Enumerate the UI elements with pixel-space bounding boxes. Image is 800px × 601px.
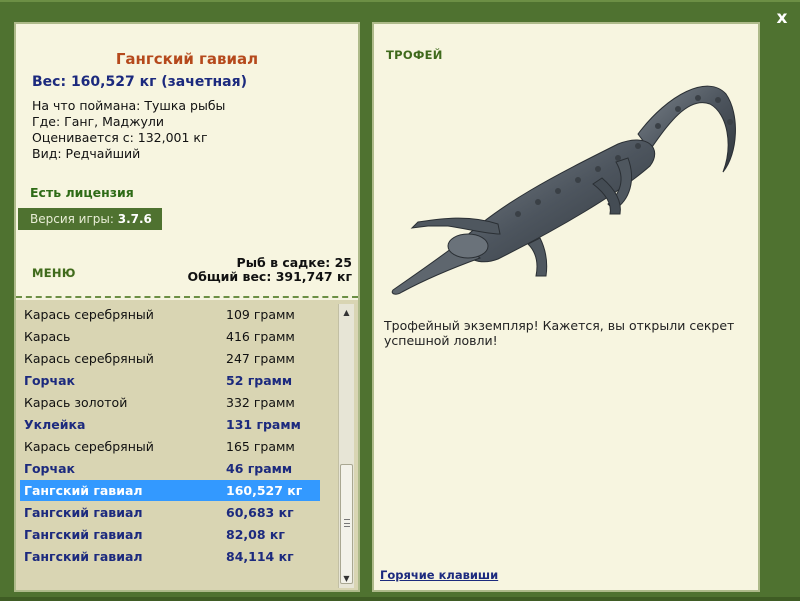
catch-fish-weight: 416 грамм [226, 329, 295, 344]
catch-fish-weight: 46 грамм [226, 461, 293, 476]
scroll-down-icon[interactable]: ▼ [339, 572, 354, 586]
catch-fish-name: Гангский гавиал [24, 549, 143, 564]
catch-list-item[interactable]: Гангский гавиал 84,114 кг [20, 546, 320, 567]
catch-fish-name: Гангский гавиал [24, 527, 143, 542]
catch-fish-name: Карась серебряный [24, 307, 154, 322]
bait-info: На что поймана: Тушка рыбы [32, 98, 226, 113]
catch-list: Карась серебряный 109 грамм Карась 416 грам… [16, 300, 358, 590]
license-status: Есть лицензия [30, 185, 134, 200]
catch-fish-weight: 131 грамм [226, 417, 301, 432]
catch-fish-name: Гангский гавиал [24, 505, 143, 520]
fish-weight: Вес: 160,527 кг (зачетная) [32, 74, 247, 90]
catch-list-scrollbar[interactable]: ▲ ▼ [338, 304, 354, 588]
valuation-info: Оценивается с: 132,001 кг [32, 130, 208, 145]
catch-list-item[interactable]: Карась серебряный 109 грамм [20, 304, 320, 325]
catch-list-item[interactable]: Карась серебряный 165 грамм [20, 436, 320, 457]
catch-fish-weight: 160,527 кг [226, 483, 303, 498]
catch-fish-name: Горчак [24, 461, 76, 476]
gharial-image [391, 85, 736, 295]
catch-fish-name: Карась серебряный [24, 351, 154, 366]
trophy-panel: ТРОФЕЙ Трофейный экземпляр! Кажется, вы … [372, 22, 760, 592]
version-value: 3.7.6 [117, 212, 152, 226]
cage-stats: Рыб в садке: 25 Общий вес: 391,747 кг [188, 256, 353, 284]
catch-fish-weight: 82,08 кг [226, 527, 285, 542]
hotkeys-link[interactable]: Горячие клавиши [380, 568, 498, 582]
catch-fish-weight: 332 грамм [226, 395, 295, 410]
menu-button[interactable]: МЕНЮ [32, 266, 76, 280]
close-icon: x [776, 8, 788, 28]
catch-fish-name: Горчак [24, 373, 76, 388]
catch-list-item[interactable]: Гангский гавиал 160,527 кг [20, 480, 320, 501]
fish-title: Гангский гавиал [115, 50, 259, 68]
catch-list-item[interactable]: Карась золотой 332 грамм [20, 392, 320, 413]
catch-fish-weight: 84,114 кг [226, 549, 294, 564]
catch-list-item[interactable]: Горчак 46 грамм [20, 458, 320, 479]
cage-count: Рыб в садке: 25 [236, 255, 352, 270]
catch-list-item[interactable]: Уклейка 131 грамм [20, 414, 320, 435]
catch-fish-weight: 165 грамм [226, 439, 295, 454]
catch-list-item[interactable]: Гангский гавиал 60,683 кг [20, 502, 320, 523]
fish-info: Гангский гавиал Вес: 160,527 кг (зачетна… [16, 24, 358, 296]
catch-list-item[interactable]: Карась серебряный 247 грамм [20, 348, 320, 369]
scroll-thumb[interactable] [340, 464, 353, 584]
location-info: Где: Ганг, Маджули [32, 114, 164, 129]
scroll-up-icon[interactable]: ▲ [339, 306, 354, 320]
version-label: Версия игры: [30, 212, 114, 226]
close-button[interactable]: x [770, 8, 794, 28]
game-window: x Гангский гавиал Вес: 160,527 кг (зачет… [0, 0, 800, 601]
bottom-strip [0, 597, 800, 601]
divider [16, 296, 358, 298]
catch-fish-weight: 109 грамм [226, 307, 295, 322]
catch-list-item[interactable]: Гангский гавиал 82,08 кг [20, 524, 320, 545]
catch-fish-name: Карась [24, 329, 71, 344]
catch-fish-weight: 52 грамм [226, 373, 293, 388]
catch-fish-name: Карась серебряный [24, 439, 154, 454]
catch-fish-weight: 60,683 кг [226, 505, 294, 520]
catch-panel: Гангский гавиал Вес: 160,527 кг (зачетна… [14, 22, 360, 592]
version-bar: Версия игры: 3.7.6 [18, 208, 162, 230]
rarity-info: Вид: Редчайший [32, 146, 141, 161]
catch-fish-name: Уклейка [24, 417, 86, 432]
catch-fish-weight: 247 грамм [226, 351, 295, 366]
catch-list-item[interactable]: Горчак 52 грамм [20, 370, 320, 391]
catch-fish-name: Гангский гавиал [24, 483, 143, 498]
cage-total-weight: Общий вес: 391,747 кг [187, 269, 353, 284]
catch-fish-name: Карась золотой [24, 395, 128, 410]
trophy-message: Трофейный экземпляр! Кажется, вы открыли… [384, 318, 735, 348]
grip-icon [344, 519, 350, 527]
catch-list-item[interactable]: Карась 416 грамм [20, 326, 320, 347]
